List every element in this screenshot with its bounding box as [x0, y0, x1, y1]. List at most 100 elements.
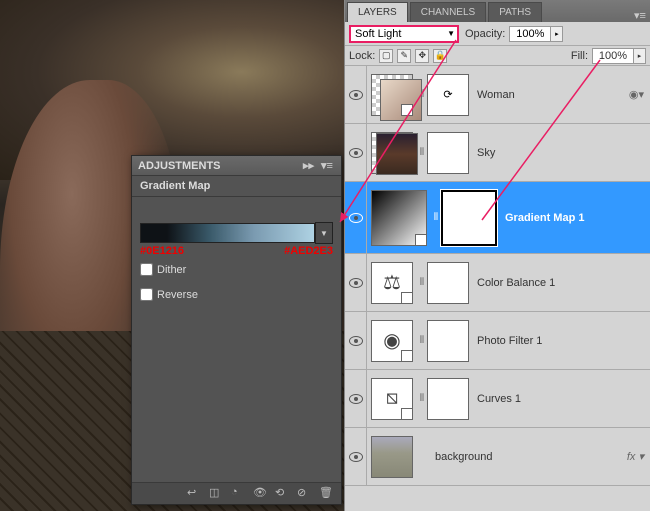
- link-icon[interactable]: ⦀: [417, 335, 427, 346]
- reverse-checkbox-row[interactable]: Reverse: [140, 288, 333, 301]
- adjustment-thumbnail[interactable]: ⚖: [371, 262, 413, 304]
- layer-row-photo-filter-1[interactable]: ◉ ⦀ Photo Filter 1: [345, 312, 650, 370]
- filter-badge-icon[interactable]: ◉▾: [629, 88, 644, 101]
- layer-thumbnail[interactable]: [371, 74, 413, 116]
- eye-icon: [349, 213, 363, 223]
- prev-state-icon[interactable]: ⟲: [275, 486, 291, 502]
- fill-input[interactable]: 100%: [592, 48, 634, 64]
- lock-label: Lock:: [349, 50, 375, 62]
- visibility-toggle[interactable]: [345, 428, 367, 485]
- layer-name-label[interactable]: Gradient Map 1: [505, 212, 650, 224]
- fill-label: Fill:: [571, 50, 588, 62]
- tab-channels[interactable]: CHANNELS: [410, 2, 486, 22]
- adjustment-badge-icon: [415, 234, 427, 246]
- layer-mask-thumbnail[interactable]: [427, 378, 469, 420]
- opacity-flyout-icon[interactable]: ▸: [551, 26, 563, 42]
- gradient-hex-right: #AED2E3: [284, 245, 333, 257]
- blend-mode-select[interactable]: Soft Light ▼: [349, 25, 459, 43]
- expand-icon[interactable]: ◫: [209, 486, 225, 502]
- layers-panel: LAYERS CHANNELS PATHS ▾≡ Soft Light ▼ Op…: [344, 0, 650, 511]
- gradient-hex-left: #0E1216: [140, 245, 184, 257]
- layer-row-woman[interactable]: ⦀ ⟳ Woman ◉▾: [345, 66, 650, 124]
- layer-thumbnail[interactable]: [371, 132, 413, 174]
- adjustment-thumbnail[interactable]: ⧅: [371, 378, 413, 420]
- adjustments-footer: ↩ ◫ ◔ 👁 ⟲ ⊘ 🗑: [132, 482, 341, 504]
- link-icon[interactable]: ⦀: [417, 147, 427, 158]
- layer-mask-thumbnail[interactable]: [441, 190, 497, 246]
- opacity-label: Opacity:: [465, 28, 505, 40]
- eye-icon: [349, 394, 363, 404]
- layer-row-background[interactable]: background fx ▾: [345, 428, 650, 486]
- eye-icon: [349, 452, 363, 462]
- link-icon[interactable]: ⦀: [417, 393, 427, 404]
- panel-tabs: LAYERS CHANNELS PATHS ▾≡: [345, 0, 650, 22]
- visibility-icon[interactable]: 👁: [253, 486, 269, 502]
- panel-menu-icon[interactable]: ▾≡: [321, 159, 335, 173]
- lock-all-icon[interactable]: 🔒: [433, 49, 447, 63]
- reverse-label: Reverse: [157, 289, 198, 301]
- layer-name-label[interactable]: background: [435, 451, 627, 463]
- gradient-dropdown-button[interactable]: ▼: [315, 222, 333, 244]
- blend-mode-value: Soft Light: [355, 28, 401, 40]
- lock-pixels-icon[interactable]: ✎: [397, 49, 411, 63]
- eye-icon: [349, 278, 363, 288]
- chevron-down-icon: ▼: [447, 29, 455, 38]
- visibility-toggle[interactable]: [345, 254, 367, 311]
- layer-name-label[interactable]: Sky: [477, 147, 650, 159]
- reverse-checkbox[interactable]: [140, 288, 153, 301]
- adjustments-title: ADJUSTMENTS: [138, 160, 221, 172]
- layer-thumbnail[interactable]: [371, 436, 413, 478]
- lock-transparency-icon[interactable]: ▢: [379, 49, 393, 63]
- eye-icon: [349, 90, 363, 100]
- layer-mask-thumbnail[interactable]: [427, 320, 469, 362]
- visibility-toggle[interactable]: [345, 124, 367, 181]
- dither-checkbox[interactable]: [140, 263, 153, 276]
- layer-name-label[interactable]: Curves 1: [477, 393, 650, 405]
- adjustment-badge-icon: [401, 292, 413, 304]
- layer-mask-thumbnail[interactable]: [427, 132, 469, 174]
- link-icon[interactable]: ⦀: [417, 277, 427, 288]
- layer-row-curves-1[interactable]: ⧅ ⦀ Curves 1: [345, 370, 650, 428]
- trash-icon[interactable]: 🗑: [319, 486, 335, 502]
- reset-icon[interactable]: ⊘: [297, 486, 313, 502]
- adjustments-panel: ADJUSTMENTS ▸▸ ▾≡ Gradient Map ▼ #0E1216…: [131, 155, 342, 505]
- smart-object-badge-icon: [401, 104, 413, 116]
- tab-layers[interactable]: LAYERS: [347, 2, 408, 22]
- tab-paths[interactable]: PATHS: [488, 2, 542, 22]
- layer-name-label[interactable]: Color Balance 1: [477, 277, 650, 289]
- layer-row-color-balance-1[interactable]: ⚖ ⦀ Color Balance 1: [345, 254, 650, 312]
- panel-collapse-icon[interactable]: ▸▸: [303, 159, 317, 173]
- lock-position-icon[interactable]: ✥: [415, 49, 429, 63]
- dither-label: Dither: [157, 264, 186, 276]
- gradient-preview-bar[interactable]: [140, 223, 315, 243]
- adjustment-badge-icon: [401, 350, 413, 362]
- layer-list: ⦀ ⟳ Woman ◉▾ ⦀ Sky ⦀ Gradient Map 1 ⚖ ⦀ …: [345, 66, 650, 511]
- eye-icon: [349, 336, 363, 346]
- visibility-toggle[interactable]: [345, 312, 367, 369]
- link-icon[interactable]: ⦀: [431, 212, 441, 223]
- eye-icon: [349, 148, 363, 158]
- visibility-toggle[interactable]: [345, 66, 367, 123]
- layer-row-gradient-map-1[interactable]: ⦀ Gradient Map 1: [345, 182, 650, 254]
- visibility-toggle[interactable]: [345, 182, 367, 253]
- fill-flyout-icon[interactable]: ▸: [634, 48, 646, 64]
- adjustment-thumbnail[interactable]: [371, 190, 427, 246]
- adjustments-header[interactable]: ADJUSTMENTS ▸▸ ▾≡: [132, 156, 341, 176]
- layer-mask-thumbnail[interactable]: [427, 262, 469, 304]
- blend-mode-row: Soft Light ▼ Opacity: 100% ▸: [345, 22, 650, 46]
- clip-icon[interactable]: ◔: [231, 486, 247, 502]
- return-arrow-icon[interactable]: ↩: [187, 486, 203, 502]
- layer-name-label[interactable]: Photo Filter 1: [477, 335, 650, 347]
- fx-badge-icon[interactable]: fx ▾: [627, 450, 644, 463]
- visibility-toggle[interactable]: [345, 370, 367, 427]
- lock-row: Lock: ▢ ✎ ✥ 🔒 Fill: 100% ▸: [345, 46, 650, 66]
- dither-checkbox-row[interactable]: Dither: [140, 263, 333, 276]
- layer-name-label[interactable]: Woman: [477, 89, 629, 101]
- adjustment-thumbnail[interactable]: ◉: [371, 320, 413, 362]
- opacity-input[interactable]: 100%: [509, 26, 551, 42]
- panel-menu-icon[interactable]: ▾≡: [630, 9, 650, 22]
- adjustment-badge-icon: [401, 408, 413, 420]
- adjustment-type-label: Gradient Map: [132, 176, 341, 197]
- layer-mask-thumbnail[interactable]: ⟳: [427, 74, 469, 116]
- layer-row-sky[interactable]: ⦀ Sky: [345, 124, 650, 182]
